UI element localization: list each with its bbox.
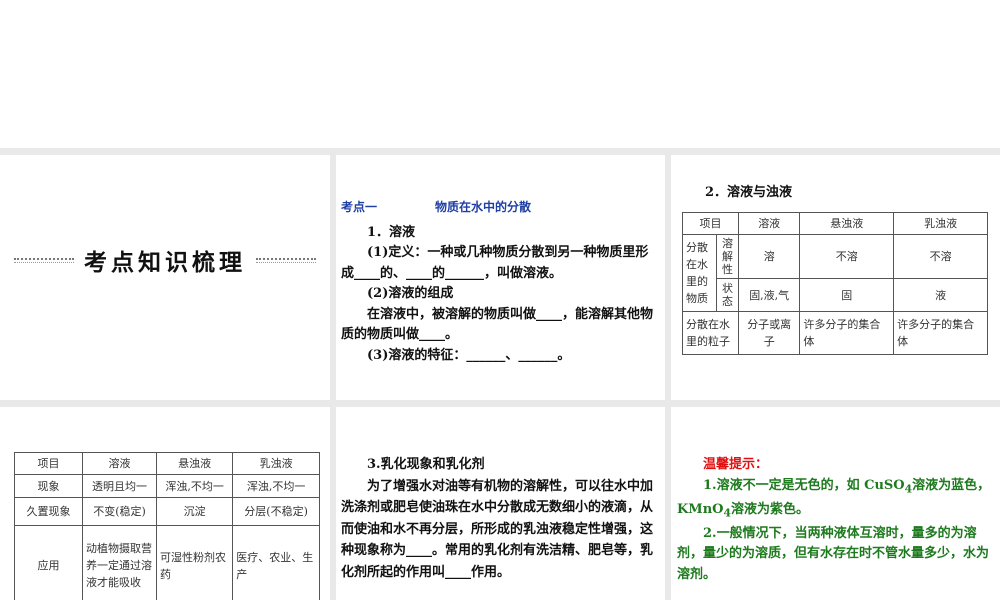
- slide-emulsion-panel[interactable]: 3.乳化现象和乳化剂 为了增强水对油等有机物的溶解性，可以往水中加洗涤剂或肥皂使…: [336, 407, 665, 600]
- table-header: 溶液: [737, 212, 801, 235]
- table-cell: 溶: [737, 234, 801, 279]
- heading: 2．溶液与浊液: [705, 185, 793, 200]
- dotted-divider: [256, 257, 316, 263]
- composition-text: 在溶液中，被溶解的物质叫做____，能溶解其他物质的物质叫做____。: [341, 306, 654, 343]
- slide-tips-panel[interactable]: 温馨提示： 1.溶液不一定是无色的，如 CuSO4溶液为蓝色，KMnO4溶液为紫…: [671, 407, 1000, 600]
- comparison-table: 项目 溶液 悬浊液 乳浊液 分散在水里的物质 溶解性溶不溶 不溶 状态 固,液,气固液 分散…: [682, 212, 988, 355]
- body-text: 为了增强水对油等有机物的溶解性，可以往水中加洗涤剂或肥皂使油珠在水中分散成无数细…: [341, 478, 654, 580]
- table-cell: 分散在水里的粒子: [682, 311, 739, 355]
- table-cell: 固: [799, 278, 895, 312]
- table-header: 乳浊液: [232, 452, 320, 475]
- table-cell: 许多分子的集合体: [893, 311, 988, 355]
- tips-heading: 温馨提示：: [703, 457, 769, 472]
- table-cell: 不变(稳定): [82, 497, 157, 526]
- table-cell: 溶解性: [716, 234, 739, 279]
- table-cell: 许多分子的集合体: [799, 311, 895, 355]
- subscript: 4: [723, 506, 732, 520]
- table-cell: 久置现象: [14, 497, 83, 526]
- table-header: 悬浊液: [155, 452, 234, 475]
- kaodian-label: 考点一: [341, 200, 378, 214]
- table-header: 悬浊液: [799, 212, 895, 235]
- topic-line: 考点一 物质在水中的分散: [341, 197, 657, 218]
- table-cell: 分散在水里的物质: [682, 234, 717, 312]
- heading: 3.乳化现象和乳化剂: [367, 457, 485, 472]
- table-cell: 不溶: [893, 234, 988, 279]
- tip-2: 2.一般情况下，当两种液体互溶时，量多的为溶剂，量少的为溶质，但有水存在时不管水…: [677, 525, 990, 582]
- definition: (1)定义：一种或几种物质分散到另一种物质里形成____的、____的_____…: [341, 245, 649, 281]
- table-cell: 可湿性粉剂农药: [155, 525, 234, 600]
- table-cell: 固,液,气: [737, 278, 801, 312]
- tip-text: 1.溶液不一定是无色的，如 CuSO: [703, 477, 905, 493]
- topic-label: 物质在水中的分散: [435, 200, 532, 214]
- table-cell: 动植物摄取营养一定通过溶液才能吸收: [82, 525, 157, 600]
- phenomena-table: 项目 溶液 悬浊液 乳浊液 现象 透明且均一 浑浊,不均一 浑浊,不均一 久置现象 不变(稳定…: [14, 452, 320, 600]
- section-title: 考点知识梳理: [0, 243, 330, 277]
- table-header: 乳浊液: [893, 212, 988, 235]
- dotted-divider: [14, 257, 74, 263]
- table-cell: 分子或离子: [737, 311, 801, 355]
- table-header: 项目: [14, 452, 83, 475]
- slide-solution-panel[interactable]: 考点一 物质在水中的分散 1．溶液 (1)定义：一种或几种物质分散到另一种物质里形…: [336, 155, 665, 400]
- slide-phenomena-panel[interactable]: 项目 溶液 悬浊液 乳浊液 现象 透明且均一 浑浊,不均一 浑浊,不均一 久置现象 不变(稳定…: [0, 407, 330, 600]
- table-cell: 透明且均一: [82, 474, 157, 498]
- table-cell: 应用: [14, 525, 83, 600]
- table-cell: 现象: [14, 474, 83, 498]
- table-cell: 状态: [716, 278, 739, 312]
- table-cell: 沉淀: [155, 497, 234, 526]
- tip-text: 溶液为紫色。: [731, 501, 810, 517]
- section-title-text: 考点知识梳理: [84, 250, 246, 276]
- tip-1: 1.溶液不一定是无色的，如 CuSO4溶液为蓝色，KMnO4溶液为紫色。: [677, 476, 992, 524]
- composition-heading: (2)溶液的组成: [367, 286, 454, 301]
- features: (3)溶液的特征：______、______。: [367, 347, 571, 363]
- slide-title-panel[interactable]: 考点知识梳理: [0, 155, 330, 400]
- heading: 1．溶液: [367, 224, 416, 240]
- table-cell: 浑浊,不均一: [155, 474, 234, 498]
- table-cell: 液: [893, 278, 988, 312]
- table-cell: 浑浊,不均一: [232, 474, 320, 498]
- table-header: 项目: [682, 212, 739, 235]
- slide-comparison-panel[interactable]: 2．溶液与浊液 项目 溶液 悬浊液 乳浊液 分散在水里的物质 溶解性溶不溶 不溶 状态 固,…: [671, 155, 1000, 400]
- table-cell: 不溶: [799, 234, 895, 279]
- table-header: 溶液: [82, 452, 157, 475]
- table-cell: 医疗、农业、生产: [232, 525, 320, 600]
- table-cell: 分层(不稳定): [232, 497, 320, 526]
